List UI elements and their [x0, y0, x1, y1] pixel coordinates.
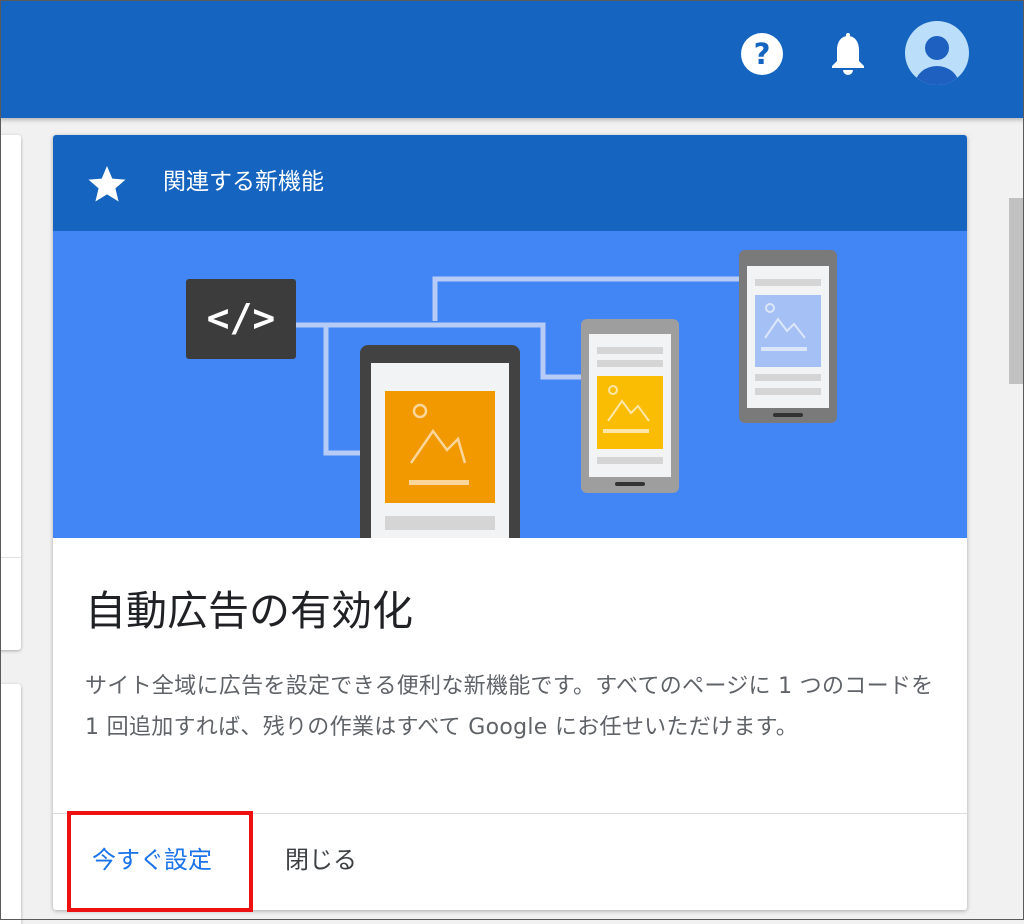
star-icon	[87, 164, 127, 204]
connector-line	[323, 325, 361, 456]
scrollbar-thumb[interactable]	[1009, 198, 1024, 384]
card-title: 自動広告の有効化	[85, 587, 413, 635]
account-avatar[interactable]	[905, 21, 969, 85]
background-card	[0, 135, 21, 650]
help-icon[interactable]: ?	[741, 33, 783, 75]
card-header-title: 関連する新機能	[163, 169, 324, 195]
background-card	[0, 684, 21, 924]
notifications-bell-icon[interactable]	[830, 33, 866, 75]
feature-illustration: </>	[53, 231, 967, 545]
code-icon: </>	[186, 279, 296, 359]
card-description: サイト全域に広告を設定できる便利な新機能です。すべてのページに 1 つのコードを…	[85, 674, 934, 740]
code-glyph: </>	[207, 296, 276, 340]
close-button[interactable]: 閉じる	[285, 842, 357, 878]
top-app-bar: ?	[0, 0, 1024, 118]
device-middle-phone	[581, 319, 679, 493]
divider	[0, 557, 21, 558]
connector-line	[432, 276, 739, 321]
device-large-tablet	[360, 345, 520, 545]
setup-now-button[interactable]: 今すぐ設定	[92, 842, 212, 878]
new-feature-card: 関連する新機能 </> 自動広告の有効化 サイト全域に広告を設定できる便利な新機…	[53, 135, 967, 910]
card-header: 関連する新機能	[53, 135, 967, 231]
account-avatar-icon	[915, 36, 959, 85]
card-divider	[53, 813, 967, 814]
device-right-phone	[739, 250, 837, 423]
